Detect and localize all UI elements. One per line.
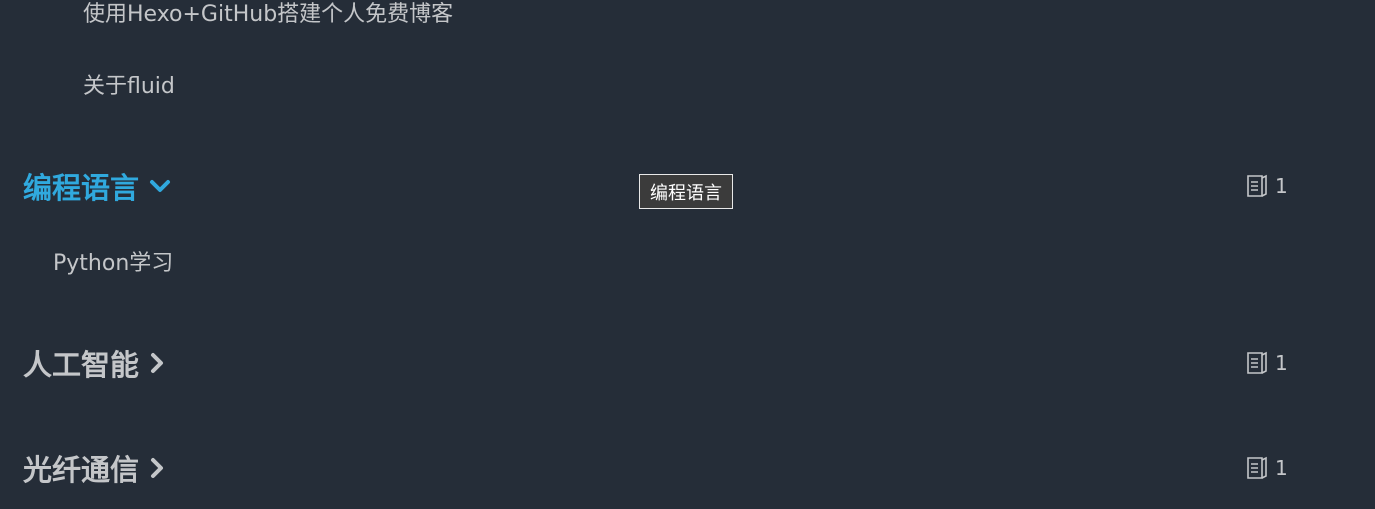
category-count-value: 1 [1275, 174, 1288, 198]
document-icon [1246, 456, 1268, 480]
category-name: 编程语言 [23, 171, 140, 205]
tooltip: 编程语言 [639, 174, 733, 209]
post-link[interactable]: 关于fluid [83, 72, 175, 102]
category-count-value: 1 [1275, 351, 1288, 375]
category-count: 1 [1246, 164, 1288, 208]
category-toggle-fiber[interactable]: 光纤通信 [23, 446, 165, 490]
category-page: 使用Hexo+GitHub搭建个人免费博客 关于fluid 编程语言 1 Pyt… [0, 0, 1375, 509]
category-name: 光纤通信 [23, 453, 140, 487]
post-link[interactable]: Python学习 [53, 249, 173, 279]
chevron-right-icon [149, 457, 165, 479]
chevron-right-icon [149, 352, 165, 374]
category-toggle-programming[interactable]: 编程语言 [23, 164, 171, 208]
category-row-fiber: 光纤通信 1 [0, 446, 1375, 490]
category-row-ai: 人工智能 1 [0, 341, 1375, 385]
document-icon [1246, 351, 1268, 375]
post-link[interactable]: 使用Hexo+GitHub搭建个人免费博客 [83, 0, 453, 30]
category-count: 1 [1246, 341, 1288, 385]
category-name: 人工智能 [23, 348, 140, 382]
category-count-value: 1 [1275, 456, 1288, 480]
document-icon [1246, 174, 1268, 198]
category-toggle-ai[interactable]: 人工智能 [23, 341, 165, 385]
category-count: 1 [1246, 446, 1288, 490]
chevron-down-icon [149, 178, 171, 194]
